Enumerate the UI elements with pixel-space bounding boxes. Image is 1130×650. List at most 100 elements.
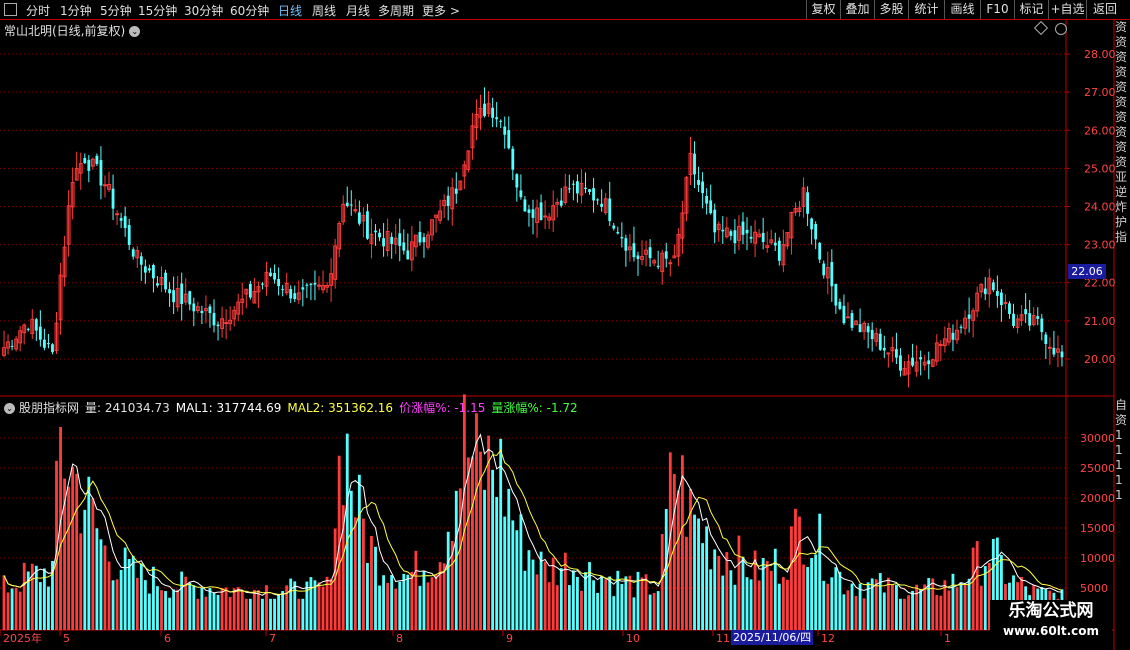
volume-bar xyxy=(737,535,741,630)
candle-body xyxy=(959,326,963,328)
volume-bar xyxy=(273,598,276,630)
candle-body xyxy=(1052,347,1056,355)
chevron-down-icon[interactable]: ⌄ xyxy=(4,403,15,414)
volume-bar xyxy=(192,585,196,630)
volume-bar xyxy=(458,488,462,630)
volume-bar xyxy=(349,490,353,630)
candle-body xyxy=(180,283,184,304)
volume-bar xyxy=(147,593,151,630)
volume-bar xyxy=(394,588,398,630)
candle-body xyxy=(830,262,834,287)
candle-body xyxy=(938,344,943,347)
candle-body xyxy=(111,188,115,209)
candle-body xyxy=(261,283,264,285)
volume-bar xyxy=(208,587,212,630)
candle-body xyxy=(422,237,426,243)
right-side-panel[interactable]: 资资资资资资资资资资亚逆炸护指 xyxy=(1115,20,1130,400)
volume-bar xyxy=(886,577,890,630)
candle-body xyxy=(374,230,377,233)
volume-bar xyxy=(228,597,232,630)
candle-body xyxy=(584,187,587,190)
volume-bar xyxy=(143,580,147,630)
volume-bar xyxy=(345,433,349,630)
volume-bar xyxy=(204,596,208,630)
volume-panel-title: ⌄ 股朋指标网 量: 241034.73 MAL1: 317744.69 MAL2: 3… xyxy=(4,399,584,416)
candle-body xyxy=(531,209,535,218)
volume-bar xyxy=(103,545,107,630)
volume-bar xyxy=(935,595,939,630)
right-side-panel-lower[interactable]: 自资11111 xyxy=(1115,398,1130,628)
candle-body xyxy=(822,263,826,276)
candle-body xyxy=(991,282,995,291)
volume-bar xyxy=(410,571,414,630)
candle-body xyxy=(810,218,814,230)
volume-bar xyxy=(903,598,906,630)
volume-bar xyxy=(119,569,123,630)
candle-body xyxy=(600,203,604,207)
volume-bar xyxy=(172,589,176,630)
candle-body xyxy=(834,284,838,306)
candle-body xyxy=(983,288,987,295)
volume-bar xyxy=(357,474,361,630)
x-tick-label: 10 xyxy=(626,632,640,645)
volume-tick-label: 15000 xyxy=(1080,522,1115,535)
volume-bar xyxy=(648,594,652,630)
volume-bar xyxy=(265,585,268,630)
volume-bar xyxy=(483,489,486,630)
volume-bar xyxy=(402,573,406,630)
volume-bar xyxy=(248,598,252,630)
candle-body xyxy=(156,283,159,286)
candle-body xyxy=(446,195,450,206)
circle-icon[interactable] xyxy=(1055,23,1067,35)
candle-body xyxy=(269,272,272,277)
candle-body xyxy=(858,324,862,333)
volume-bar xyxy=(802,564,805,630)
volume-bar xyxy=(777,583,781,630)
volume-bar xyxy=(156,586,159,630)
volume-bar xyxy=(967,578,971,630)
volume-bar xyxy=(10,588,14,630)
candle-body xyxy=(882,347,886,351)
volume-bar xyxy=(446,531,450,630)
volume-bar xyxy=(781,577,785,630)
volume-bar xyxy=(329,578,333,630)
volume-bar xyxy=(305,581,309,630)
volume-bar xyxy=(523,570,527,630)
candle-body xyxy=(697,179,700,185)
volume-bar xyxy=(434,575,438,630)
current-price-tag: 22.06 xyxy=(1068,264,1106,279)
candle-body xyxy=(919,357,923,360)
volume-bar xyxy=(471,456,474,630)
candle-body xyxy=(1036,316,1040,319)
candle-body xyxy=(119,218,123,221)
candle-body xyxy=(515,174,519,188)
price-tick-label: 26.00 xyxy=(1084,124,1116,137)
volume-bar xyxy=(838,571,842,630)
candle-body xyxy=(620,237,624,239)
volume-bar xyxy=(87,476,91,630)
watermark-url: www.60lt.com xyxy=(1002,624,1100,638)
candle-body xyxy=(608,198,612,222)
volume-bar xyxy=(111,580,115,630)
volume-bar xyxy=(79,533,83,630)
volume-bar xyxy=(576,576,579,630)
candle-body xyxy=(773,242,777,246)
vol-pct-value: 量涨幅%: -1.72 xyxy=(491,401,578,415)
volume-bar xyxy=(842,594,846,630)
volume-bar xyxy=(854,595,858,630)
volume-bar xyxy=(919,588,923,630)
candle-body xyxy=(818,242,822,260)
volume-bar xyxy=(834,567,838,630)
chevron-down-icon[interactable]: ⌄ xyxy=(129,26,141,37)
volume-bar xyxy=(769,570,773,630)
volume-bar xyxy=(386,582,390,630)
candle-body xyxy=(224,322,229,325)
candle-body xyxy=(741,221,745,235)
volume-bar xyxy=(567,585,571,630)
candle-body xyxy=(878,333,882,350)
volume-bar xyxy=(519,514,523,630)
volume-bar xyxy=(38,582,42,630)
candle-body xyxy=(47,343,50,345)
candle-body xyxy=(51,344,54,353)
volume-bar xyxy=(531,559,535,630)
